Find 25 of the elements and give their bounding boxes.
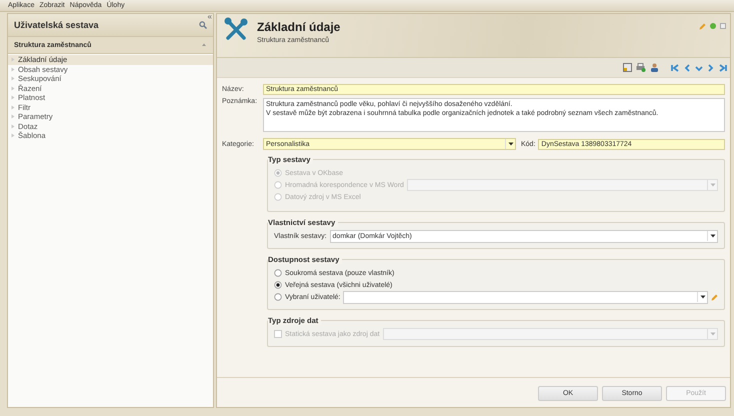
radio-button[interactable] [274,293,282,301]
printer-icon[interactable] [636,63,646,72]
dropdown-arrow-icon[interactable] [710,234,716,238]
users-icon[interactable] [650,63,659,72]
page-title: Základní údaje [257,20,342,34]
collapse-button[interactable]: « [208,12,212,21]
chevron-down-icon[interactable] [695,64,703,72]
pencil-icon[interactable] [699,23,706,30]
pencil-icon[interactable] [711,294,718,300]
previous-icon[interactable] [683,64,691,72]
word-template-dropdown[interactable] [406,179,718,191]
dropdown-arrow-icon[interactable] [508,142,514,146]
tools-icon [223,17,249,43]
window-icon[interactable] [720,23,726,29]
panel-title: Uživatelská sestava [14,20,100,30]
next-icon[interactable] [707,64,715,72]
search-icon[interactable] [199,21,207,29]
dropdown-arrow-icon[interactable] [700,295,706,299]
radio-button[interactable] [274,281,282,289]
report-icon[interactable] [623,63,632,72]
chevron-up-icon[interactable] [201,42,207,48]
radio-button[interactable] [274,269,282,277]
data-source-dropdown[interactable] [382,328,718,340]
last-icon[interactable] [719,64,727,72]
first-icon[interactable] [671,64,679,72]
